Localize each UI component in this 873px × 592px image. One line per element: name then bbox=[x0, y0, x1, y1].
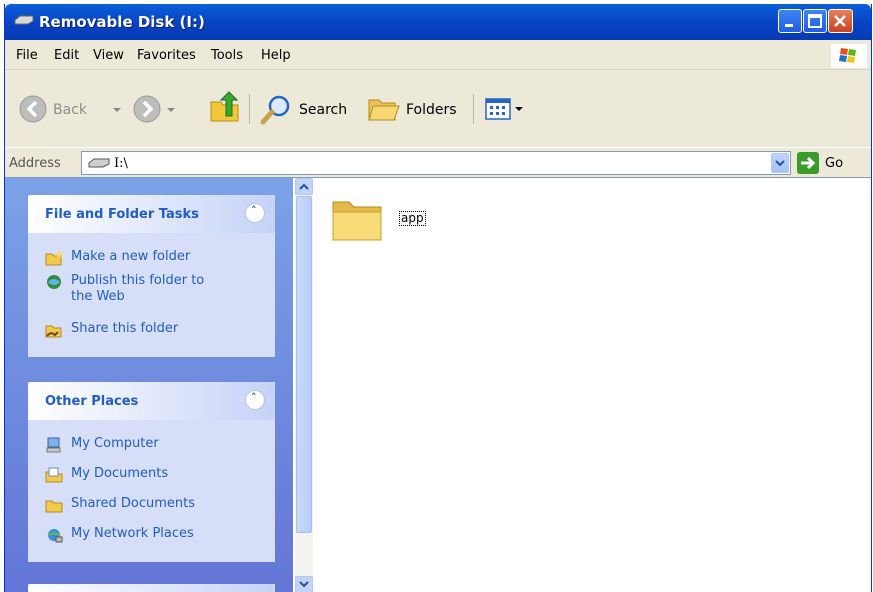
scroll-down-button[interactable] bbox=[295, 576, 313, 592]
toolbar-separator bbox=[473, 94, 474, 124]
search-icon[interactable] bbox=[259, 94, 293, 126]
maximize-button[interactable] bbox=[803, 9, 827, 33]
menu-view[interactable]: View bbox=[93, 48, 124, 63]
toolbar-separator bbox=[249, 94, 250, 124]
minimize-button[interactable] bbox=[778, 9, 802, 33]
explorer-window: Removable Disk (I:) File Edit View Favor… bbox=[4, 4, 872, 592]
folders-icon[interactable] bbox=[367, 94, 401, 124]
details-panel: ˄ bbox=[28, 584, 275, 592]
title-bar[interactable]: Removable Disk (I:) bbox=[5, 4, 871, 40]
go-button[interactable]: Go bbox=[825, 156, 843, 171]
panel-header[interactable]: ˄ bbox=[28, 584, 275, 592]
panel-title: Other Places bbox=[45, 394, 139, 409]
back-dropdown-icon[interactable] bbox=[113, 108, 121, 112]
new-folder-icon bbox=[45, 250, 63, 266]
share-folder-icon bbox=[45, 325, 62, 338]
other-places-panel: Other Places ˄ My Computer My Documents … bbox=[28, 382, 275, 562]
views-icon[interactable] bbox=[485, 98, 511, 120]
address-bar: Address I:\ Go bbox=[5, 147, 871, 178]
my-computer-icon bbox=[46, 437, 61, 453]
close-button[interactable] bbox=[828, 9, 853, 33]
drive-icon bbox=[88, 158, 110, 168]
drive-icon bbox=[14, 15, 34, 25]
content-area: File and Folder Tasks ˄ Make a new folde… bbox=[5, 177, 871, 592]
panel-header[interactable]: File and Folder Tasks ˄ bbox=[28, 195, 275, 233]
panel-title: File and Folder Tasks bbox=[45, 207, 199, 222]
menu-help[interactable]: Help bbox=[261, 48, 291, 63]
menu-bar: File Edit View Favorites Tools Help bbox=[5, 40, 871, 70]
collapse-chevron-icon[interactable]: ˄ bbox=[245, 390, 265, 410]
back-arrow-icon[interactable] bbox=[19, 95, 47, 123]
scroll-up-button[interactable] bbox=[295, 178, 313, 195]
up-folder-icon[interactable] bbox=[209, 90, 241, 124]
task-pane: File and Folder Tasks ˄ Make a new folde… bbox=[5, 178, 293, 592]
chevron-up-icon bbox=[299, 183, 309, 190]
scroll-thumb[interactable] bbox=[296, 196, 312, 533]
address-value: I:\ bbox=[114, 156, 128, 171]
window-title: Removable Disk (I:) bbox=[39, 13, 205, 31]
address-label: Address bbox=[9, 156, 61, 171]
address-field[interactable]: I:\ bbox=[81, 151, 791, 175]
go-arrow-icon[interactable] bbox=[797, 152, 819, 174]
menu-file[interactable]: File bbox=[16, 48, 38, 63]
publish-web-icon bbox=[47, 275, 61, 289]
chevron-down-icon bbox=[299, 581, 309, 588]
panel-header[interactable]: Other Places ˄ bbox=[28, 382, 275, 420]
search-button[interactable]: Search bbox=[299, 102, 347, 118]
chevron-down-icon bbox=[775, 160, 785, 167]
folder-icon[interactable] bbox=[329, 194, 385, 244]
forward-dropdown-icon[interactable] bbox=[167, 108, 175, 112]
folder-name[interactable]: app bbox=[399, 211, 426, 226]
toolbar: Back Search Folders bbox=[5, 70, 871, 149]
collapse-chevron-icon[interactable]: ˄ bbox=[245, 203, 265, 223]
file-folder-tasks-panel: File and Folder Tasks ˄ Make a new folde… bbox=[28, 195, 275, 357]
network-places-icon bbox=[47, 529, 63, 543]
menu-edit[interactable]: Edit bbox=[54, 48, 79, 63]
task-pane-scrollbar[interactable] bbox=[295, 178, 313, 592]
windows-logo-icon bbox=[831, 44, 867, 68]
menu-tools[interactable]: Tools bbox=[211, 48, 243, 63]
views-dropdown-icon[interactable] bbox=[515, 107, 523, 111]
shared-documents-icon bbox=[45, 500, 63, 513]
my-documents-icon bbox=[45, 467, 63, 483]
file-view[interactable]: app bbox=[313, 178, 871, 592]
back-button[interactable]: Back bbox=[53, 102, 87, 118]
forward-arrow-icon[interactable] bbox=[133, 95, 161, 123]
address-dropdown-button[interactable] bbox=[771, 153, 789, 173]
menu-favorites[interactable]: Favorites bbox=[137, 48, 196, 63]
folders-button[interactable]: Folders bbox=[406, 102, 457, 118]
